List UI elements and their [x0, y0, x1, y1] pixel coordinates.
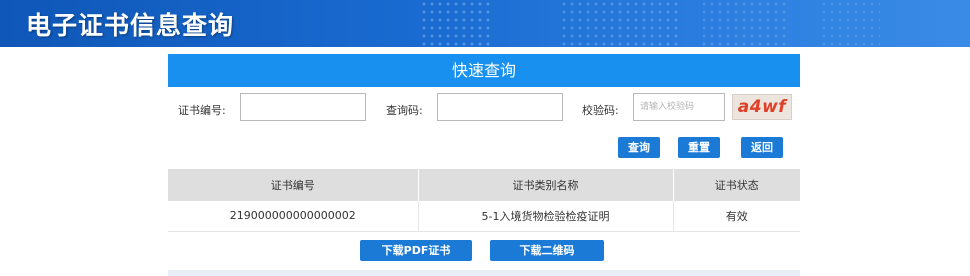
panel-footer-bar	[168, 270, 800, 276]
cert-status-cell: 有效	[673, 201, 800, 232]
query-code-input[interactable]	[437, 93, 563, 121]
download-pdf-button[interactable]: 下载PDF证书	[360, 240, 472, 261]
cert-number-cell: 219000000000000002	[168, 201, 419, 232]
table-row: 219000000000000002 5-1入境货物检验检疫证明 有效	[168, 201, 800, 232]
banner-decoration	[560, 0, 680, 47]
captcha-image[interactable]: a4wf	[732, 94, 792, 120]
column-header: 证书类别名称	[418, 169, 674, 201]
banner-decoration	[700, 0, 790, 47]
banner-decoration	[420, 0, 490, 47]
column-header: 证书状态	[673, 169, 800, 201]
verify-code-label: 校验码:	[582, 104, 619, 117]
reset-button[interactable]: 重置	[678, 137, 720, 158]
column-header: 证书编号	[168, 169, 419, 201]
cert-no-label: 证书编号:	[178, 104, 226, 117]
query-form: 证书编号: 查询码: 校验码: 请输入校验码 a4wf	[168, 90, 800, 128]
quick-query-panel: 快速查询 证书编号: 查询码: 校验码: 请输入校验码 a4wf 查询 重置 返…	[168, 54, 800, 276]
query-code-label: 查询码:	[386, 104, 423, 117]
table-header-row: 证书编号 证书类别名称 证书状态	[168, 169, 800, 201]
cert-category-cell: 5-1入境货物检验检疫证明	[418, 201, 674, 232]
results-table: 证书编号 证书类别名称 证书状态 219000000000000002 5-1入…	[168, 169, 800, 232]
back-button[interactable]: 返回	[741, 137, 783, 158]
cert-no-input[interactable]	[240, 93, 366, 121]
verify-code-input[interactable]: 请输入校验码	[633, 93, 725, 121]
banner-decoration	[820, 0, 880, 47]
page-title: 电子证书信息查询	[26, 11, 235, 40]
query-button[interactable]: 查询	[618, 137, 660, 158]
page-banner: 电子证书信息查询	[0, 0, 970, 47]
download-qrcode-button[interactable]: 下载二维码	[490, 240, 604, 261]
panel-heading: 快速查询	[168, 54, 800, 87]
